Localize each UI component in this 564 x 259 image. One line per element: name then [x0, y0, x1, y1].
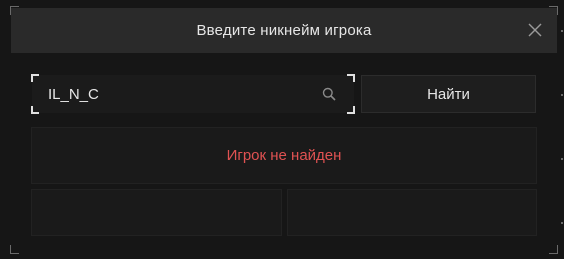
result-detail-panel-left	[31, 189, 282, 236]
close-icon[interactable]	[527, 22, 543, 38]
focus-bracket	[31, 106, 39, 114]
nickname-input[interactable]	[48, 75, 308, 113]
frame-dot	[561, 30, 563, 32]
dialog-content: Найти Игрок не найден	[11, 53, 557, 253]
player-not-found-message: Игрок не найден	[226, 147, 342, 164]
dialog-header: Введите никнейм игрока	[11, 8, 557, 53]
focus-bracket	[347, 106, 355, 114]
frame-dot	[561, 94, 563, 96]
result-detail-panel-right	[287, 189, 537, 236]
search-result-panel: Игрок не найден	[31, 127, 537, 184]
frame-dot	[561, 158, 563, 160]
frame-dot	[561, 222, 563, 224]
focus-bracket	[347, 74, 355, 82]
search-icon[interactable]	[322, 87, 336, 101]
nickname-search-field[interactable]	[31, 74, 355, 114]
dialog-title: Введите никнейм игрока	[196, 22, 372, 39]
focus-bracket	[31, 74, 39, 82]
player-search-dialog: Введите никнейм игрока Найти Игрок	[0, 0, 564, 259]
find-button[interactable]: Найти	[361, 75, 536, 113]
